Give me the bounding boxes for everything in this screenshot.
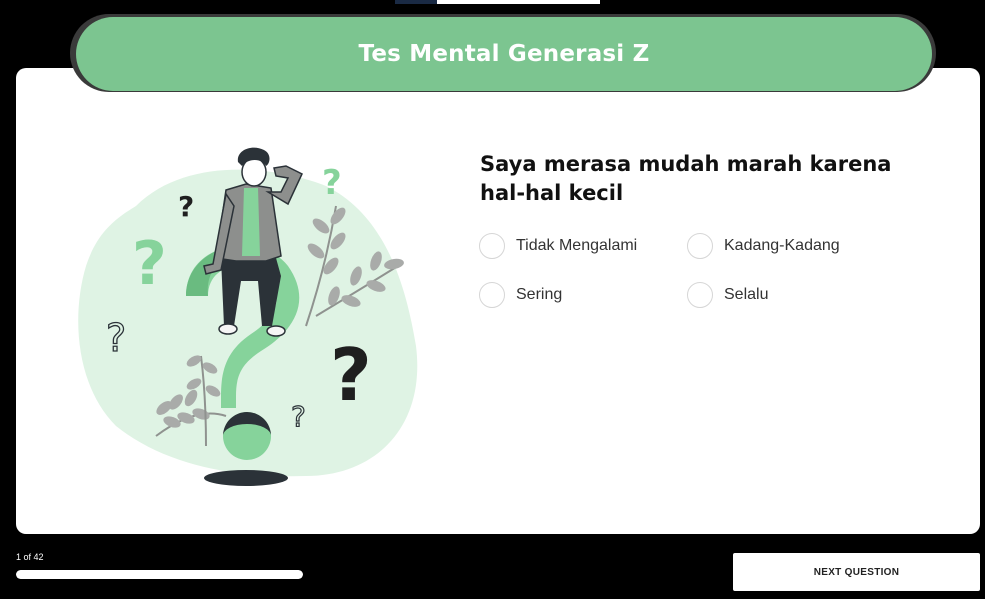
radio-button[interactable] (687, 282, 713, 308)
question-mark-black-top-icon: ? (178, 190, 194, 223)
next-question-button[interactable]: NEXT QUESTION (733, 553, 980, 591)
question-text: Saya merasa mudah marah karena hal-hal k… (480, 152, 892, 205)
question-mark-green-left-icon: ? (132, 229, 167, 299)
option-kadang-kadang[interactable]: Kadang-Kadang (687, 233, 840, 259)
radio-button[interactable] (479, 282, 505, 308)
option-tidak-mengalami[interactable]: Tidak Mengalami (479, 233, 637, 259)
progress-counter: 1 of 42 (16, 552, 44, 562)
radio-button[interactable] (479, 233, 505, 259)
page-title: Tes Mental Generasi Z (358, 41, 650, 67)
option-selalu[interactable]: Selalu (687, 282, 768, 308)
ground-hole (204, 470, 288, 486)
question-mark-outline-left-icon: ? (106, 316, 126, 360)
header-banner: Tes Mental Generasi Z (76, 17, 932, 91)
option-label: Tidak Mengalami (516, 237, 638, 254)
progress-bar (16, 570, 303, 579)
question-mark-green-top-icon: ? (322, 163, 342, 203)
top-tab-indicator-track (437, 0, 600, 4)
option-label: Sering (516, 286, 563, 303)
thinking-person-illustration: ? ? ? ? ? ? (78, 147, 418, 486)
radio-button[interactable] (687, 233, 713, 259)
progress-bar-fill (16, 570, 303, 579)
option-label: Kadang-Kadang (724, 237, 840, 254)
option-label: Selalu (724, 286, 769, 303)
option-sering[interactable]: Sering (479, 282, 562, 308)
question-mark-black-right-icon: ? (330, 333, 372, 417)
top-tab-indicator (395, 0, 437, 4)
question-mark-outline-bottom-icon: ? (291, 400, 306, 433)
